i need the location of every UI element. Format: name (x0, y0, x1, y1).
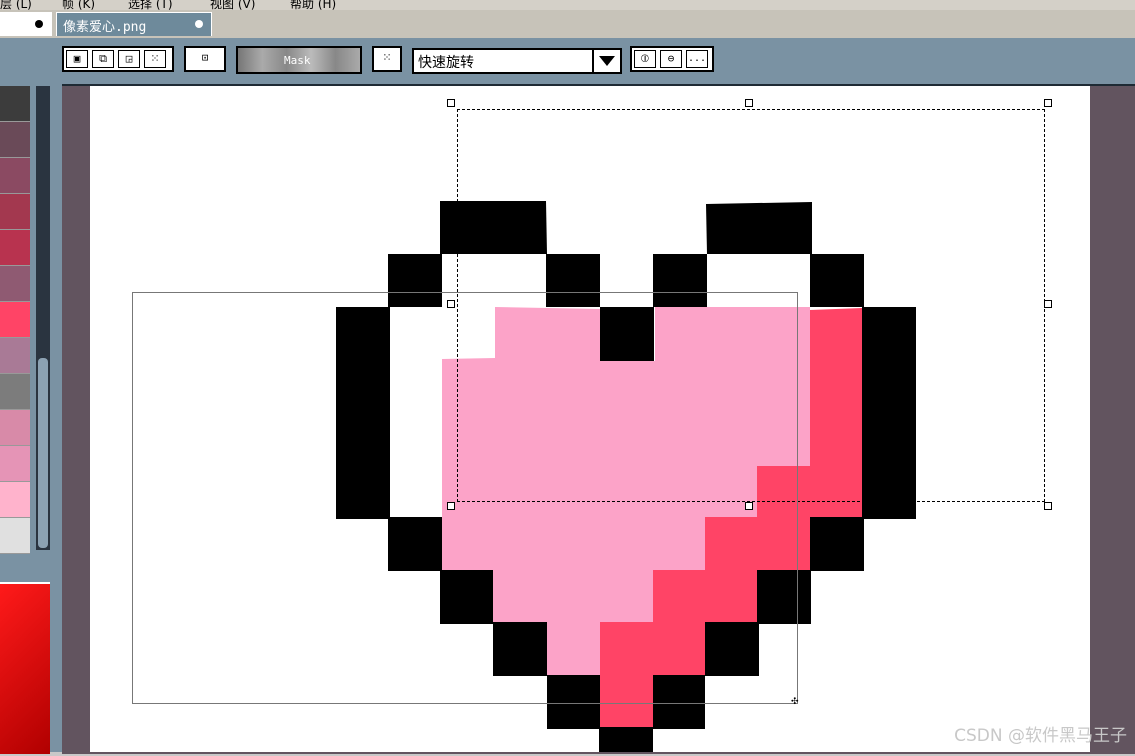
palette-swatch[interactable] (0, 410, 30, 446)
mask-label: Mask (284, 54, 311, 67)
tab-previous-document[interactable] (0, 12, 52, 36)
palette-swatch[interactable] (0, 338, 30, 374)
current-color-picker[interactable] (0, 582, 50, 754)
resize-handle-top-left[interactable] (447, 99, 455, 107)
resize-handle-bottom-right[interactable] (1044, 502, 1052, 510)
palette-swatch[interactable] (0, 482, 30, 518)
palette-swatch[interactable] (0, 446, 30, 482)
unsaved-dot-icon (35, 20, 43, 28)
resize-handle-top[interactable] (745, 99, 753, 107)
selection-mode-group: ▣ ⧉ ◲ ⁙ (62, 46, 174, 72)
menu-help[interactable]: 帮助 (H) (290, 0, 336, 10)
rotate-handle-icon[interactable]: ✣ (791, 698, 799, 707)
chevron-down-icon[interactable] (592, 50, 620, 72)
tab-current-document[interactable]: 像素爱心.png (56, 12, 212, 36)
resize-handle-bottom-left[interactable] (447, 502, 455, 510)
resize-handle-bottom[interactable] (745, 502, 753, 510)
palette-swatch[interactable] (0, 158, 30, 194)
menu-layer[interactable]: 层 (L) (0, 0, 32, 10)
watermark: CSDN @软件黑马王子 (954, 726, 1127, 746)
palette-swatch[interactable] (0, 374, 30, 410)
palette-scroll-thumb[interactable] (38, 358, 48, 548)
select-replace-icon[interactable]: ▣ (66, 50, 88, 68)
transform-mode-select[interactable]: 快速旋转 (412, 48, 622, 74)
palette-swatch[interactable] (0, 86, 30, 122)
resize-handle-left[interactable] (447, 300, 455, 308)
transform-tools-group: ⦶ ⊖ ... (630, 46, 714, 72)
tab-strip: 像素爱心.png (0, 10, 1135, 38)
palette-swatch[interactable] (0, 518, 30, 554)
palette-swatch[interactable] (0, 302, 30, 338)
flip-vertical-icon[interactable]: ⦶ (634, 50, 656, 68)
select-subtract-icon[interactable]: ◲ (118, 50, 140, 68)
marquee-icon: ⊡ (194, 50, 216, 68)
menu-select[interactable]: 选择 (T) (128, 0, 173, 10)
selection-options-button[interactable]: ⊡ (184, 46, 226, 72)
select-add-icon[interactable]: ⧉ (92, 50, 114, 68)
tab-label: 像素爱心.png (63, 20, 147, 35)
resize-handle-right[interactable] (1044, 300, 1052, 308)
menu-frame[interactable]: 帧 (K) (62, 0, 95, 10)
transform-bounding-box[interactable] (132, 292, 798, 704)
unsaved-dot-icon (195, 20, 203, 28)
palette-swatch[interactable] (0, 122, 30, 158)
palette-swatch[interactable] (0, 194, 30, 230)
grid-toggle-button[interactable]: ⁙ (372, 46, 402, 72)
palette-swatches (0, 86, 30, 556)
resize-handle-top-right[interactable] (1044, 99, 1052, 107)
menu-bar: 层 (L) 帧 (K) 选择 (T) 视图 (V) 帮助 (H) (0, 0, 1135, 10)
flip-horizontal-icon[interactable]: ⊖ (660, 50, 682, 68)
select-intersect-icon[interactable]: ⁙ (144, 50, 166, 68)
dotted-grid-icon: ⁙ (376, 50, 398, 68)
palette-swatch[interactable] (0, 266, 30, 302)
palette-swatch[interactable] (0, 230, 30, 266)
transform-mode-value: 快速旋转 (418, 55, 474, 71)
more-options-button[interactable]: ... (686, 50, 708, 68)
mask-slider[interactable]: Mask (236, 46, 362, 74)
menu-view[interactable]: 视图 (V) (210, 0, 255, 10)
